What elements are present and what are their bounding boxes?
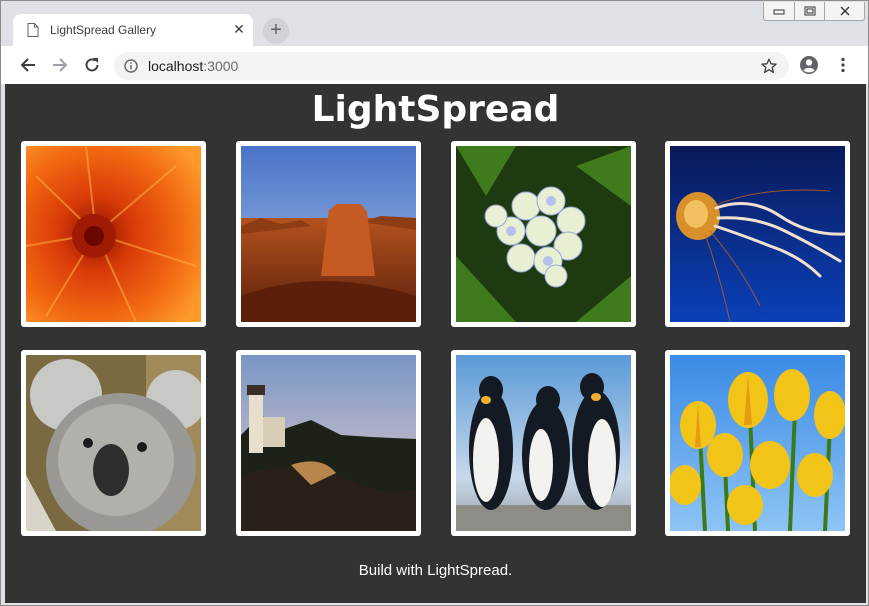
penguins-thumbnail[interactable] <box>451 350 636 536</box>
url-host: localhost <box>148 58 204 74</box>
browser-window: LightSpread Gallery ✕ + localhost:3000 L… <box>0 0 869 606</box>
account-icon[interactable] <box>797 53 821 77</box>
jellyfish-thumbnail[interactable] <box>665 141 850 327</box>
browser-tab[interactable]: LightSpread Gallery ✕ <box>13 14 253 46</box>
window-controls <box>763 2 865 21</box>
close-icon[interactable]: ✕ <box>230 20 248 38</box>
star-icon[interactable] <box>761 58 777 74</box>
footer-text: Build with LightSpread. <box>358 562 513 579</box>
back-arrow-icon[interactable] <box>16 53 40 77</box>
desert-mesa-thumbnail[interactable] <box>236 141 421 327</box>
koala-thumbnail[interactable] <box>21 350 206 536</box>
tab-strip: LightSpread Gallery ✕ + <box>1 1 868 46</box>
url-port: :3000 <box>203 58 239 74</box>
tulips-thumbnail[interactable] <box>665 350 850 536</box>
address-bar[interactable]: localhost:3000 <box>114 52 789 80</box>
info-icon[interactable] <box>124 59 138 73</box>
lighthouse-thumbnail[interactable] <box>236 350 421 536</box>
file-icon <box>27 23 39 37</box>
reload-icon[interactable] <box>80 53 104 77</box>
minimize-icon[interactable] <box>764 2 795 20</box>
tab-title: LightSpread Gallery <box>50 23 157 37</box>
kebab-menu-icon[interactable] <box>831 53 855 77</box>
page-title: LightSpread <box>311 89 560 130</box>
hydrangea-thumbnail[interactable] <box>451 141 636 327</box>
toolbar: localhost:3000 <box>1 46 868 84</box>
plus-icon[interactable]: + <box>263 18 289 44</box>
restore-icon[interactable] <box>795 2 826 20</box>
page-content: LightSpread Build with LightSpread. <box>5 84 866 603</box>
orange-flower-thumbnail[interactable] <box>21 141 206 327</box>
forward-arrow-icon[interactable] <box>48 53 72 77</box>
url-text: localhost:3000 <box>148 58 238 74</box>
window-close-icon[interactable] <box>825 2 864 20</box>
